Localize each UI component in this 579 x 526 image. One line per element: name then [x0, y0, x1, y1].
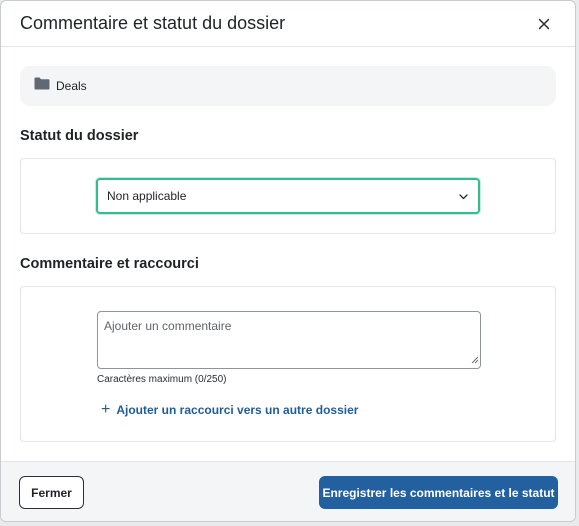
comment-card: Ajouter un commentaire Caractères maximu… [20, 286, 556, 442]
add-shortcut-link[interactable]: + Ajouter un raccourci vers un autre dos… [101, 401, 359, 418]
status-card: Non applicable [20, 158, 556, 234]
close-button[interactable]: Fermer [19, 476, 84, 509]
plus-icon: + [101, 401, 111, 418]
folder-breadcrumb: Deals [20, 66, 556, 106]
comment-section-title: Commentaire et raccourci [20, 256, 199, 272]
folder-name: Deals [56, 79, 87, 93]
save-button[interactable]: Enregistrer les commentaires et le statu… [319, 476, 558, 509]
close-icon[interactable] [534, 14, 554, 34]
char-counter: Caractères maximum (0/250) [97, 374, 227, 385]
comment-status-dialog: Commentaire et statut du dossier Deals S… [0, 0, 576, 522]
comment-placeholder: Ajouter un commentaire [104, 319, 232, 333]
chevron-down-icon [459, 187, 468, 205]
comment-textarea[interactable]: Ajouter un commentaire [97, 311, 481, 369]
resize-handle-icon[interactable] [471, 353, 479, 367]
status-select-value: Non applicable [107, 189, 187, 203]
dialog-body: Deals Statut du dossier Non applicable C… [1, 47, 575, 442]
dialog-header: Commentaire et statut du dossier [1, 1, 575, 47]
folder-icon [34, 77, 50, 95]
add-shortcut-label: Ajouter un raccourci vers un autre dossi… [116, 403, 359, 417]
status-select[interactable]: Non applicable [96, 178, 480, 214]
dialog-title: Commentaire et statut du dossier [20, 13, 286, 33]
status-section-title: Statut du dossier [20, 128, 139, 144]
dialog-footer: Fermer Enregistrer les commentaires et l… [1, 461, 575, 521]
